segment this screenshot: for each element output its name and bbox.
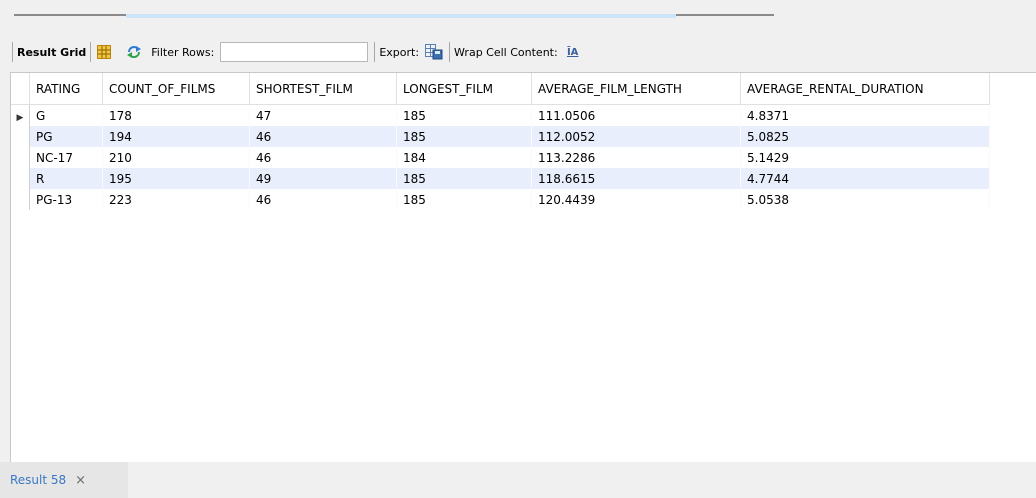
tab-result-58[interactable]: Result 58 ×: [0, 462, 128, 498]
column-header-count-of-films[interactable]: COUNT_OF_FILMS: [102, 73, 250, 105]
row-pointer-icon: ▶: [16, 112, 24, 123]
cell-average-rental-duration[interactable]: 5.0538: [740, 189, 990, 210]
export-label: Export:: [379, 45, 420, 59]
toolbar-separator: [12, 42, 13, 62]
header-row: RATING COUNT_OF_FILMS SHORTEST_FILM LONG…: [11, 73, 990, 105]
result-grid-label[interactable]: Result Grid: [17, 46, 86, 59]
cell-count-of-films[interactable]: 223: [102, 189, 250, 210]
row-indicator-header: [11, 73, 30, 105]
cell-longest-film[interactable]: 185: [396, 168, 532, 189]
cell-average-film-length[interactable]: 113.2286: [531, 147, 741, 168]
cell-average-film-length[interactable]: 120.4439: [531, 189, 741, 210]
cell-rating[interactable]: NC-17: [29, 147, 103, 168]
cell-count-of-films[interactable]: 194: [102, 126, 250, 147]
wrap-cell-content-label: Wrap Cell Content:: [454, 45, 558, 59]
cell-shortest-film[interactable]: 49: [249, 168, 397, 189]
result-grid: RATING COUNT_OF_FILMS SHORTEST_FILM LONG…: [10, 72, 1036, 463]
cell-average-film-length[interactable]: 112.0052: [531, 126, 741, 147]
cell-shortest-film[interactable]: 46: [249, 189, 397, 210]
current-row-indicator: ▶: [11, 104, 30, 126]
cell-average-rental-duration[interactable]: 4.8371: [740, 104, 990, 126]
cell-rating[interactable]: PG: [29, 126, 103, 147]
toolbar-separator: [449, 42, 451, 62]
cell-rating[interactable]: R: [29, 168, 103, 189]
cell-longest-film[interactable]: 185: [396, 104, 532, 126]
row-indicator: [11, 147, 30, 168]
refresh-icon[interactable]: [125, 43, 143, 61]
cell-average-rental-duration[interactable]: 5.1429: [740, 147, 990, 168]
filter-rows-input[interactable]: [220, 42, 369, 62]
cell-rating[interactable]: G: [29, 104, 103, 126]
result-table: RATING COUNT_OF_FILMS SHORTEST_FILM LONG…: [11, 73, 990, 210]
column-header-shortest-film[interactable]: SHORTEST_FILM: [249, 73, 397, 105]
cell-shortest-film[interactable]: 46: [249, 147, 397, 168]
scrollbar-thumb[interactable]: [126, 14, 676, 18]
horizontal-scrollbar[interactable]: [14, 14, 774, 18]
column-header-rating[interactable]: RATING: [29, 73, 103, 105]
table-row[interactable]: NC-17 210 46 184 113.2286 5.1429: [11, 147, 990, 168]
column-header-average-rental-duration[interactable]: AVERAGE_RENTAL_DURATION: [740, 73, 990, 105]
column-header-average-film-length[interactable]: AVERAGE_FILM_LENGTH: [531, 73, 741, 105]
table-row[interactable]: PG 194 46 185 112.0052 5.0825: [11, 126, 990, 147]
column-header-longest-film[interactable]: LONGEST_FILM: [396, 73, 532, 105]
cell-count-of-films[interactable]: 178: [102, 104, 250, 126]
cell-longest-film[interactable]: 185: [396, 126, 532, 147]
row-indicator: [11, 168, 30, 189]
tab-label[interactable]: Result 58: [10, 473, 66, 487]
result-toolbar: Result Grid Filter Rows: Export: Wrap Ce…: [0, 38, 1036, 66]
grid-view-icon[interactable]: [95, 43, 113, 61]
cell-count-of-films[interactable]: 210: [102, 147, 250, 168]
cell-average-rental-duration[interactable]: 5.0825: [740, 126, 990, 147]
cell-average-film-length[interactable]: 111.0506: [531, 104, 741, 126]
row-indicator: [11, 189, 30, 210]
cell-shortest-film[interactable]: 46: [249, 126, 397, 147]
wrap-text-icon[interactable]: ĪA: [564, 43, 582, 61]
cell-count-of-films[interactable]: 195: [102, 168, 250, 189]
export-icon[interactable]: [425, 43, 443, 61]
cell-rating[interactable]: PG-13: [29, 189, 103, 210]
close-icon[interactable]: ×: [75, 473, 86, 488]
cell-longest-film[interactable]: 185: [396, 189, 532, 210]
result-tabs-bar: Result 58 ×: [0, 462, 1036, 498]
table-row[interactable]: ▶ G 178 47 185 111.0506 4.8371: [11, 104, 990, 126]
table-row[interactable]: PG-13 223 46 185 120.4439 5.0538: [11, 189, 990, 210]
cell-longest-film[interactable]: 184: [396, 147, 532, 168]
top-scroll-area: [0, 0, 1036, 38]
cell-average-film-length[interactable]: 118.6615: [531, 168, 741, 189]
toolbar-separator: [374, 42, 376, 62]
cell-average-rental-duration[interactable]: 4.7744: [740, 168, 990, 189]
row-indicator: [11, 126, 30, 147]
filter-rows-label: Filter Rows:: [151, 45, 215, 59]
toolbar-separator: [90, 42, 92, 62]
cell-shortest-film[interactable]: 47: [249, 104, 397, 126]
table-row[interactable]: R 195 49 185 118.6615 4.7744: [11, 168, 990, 189]
